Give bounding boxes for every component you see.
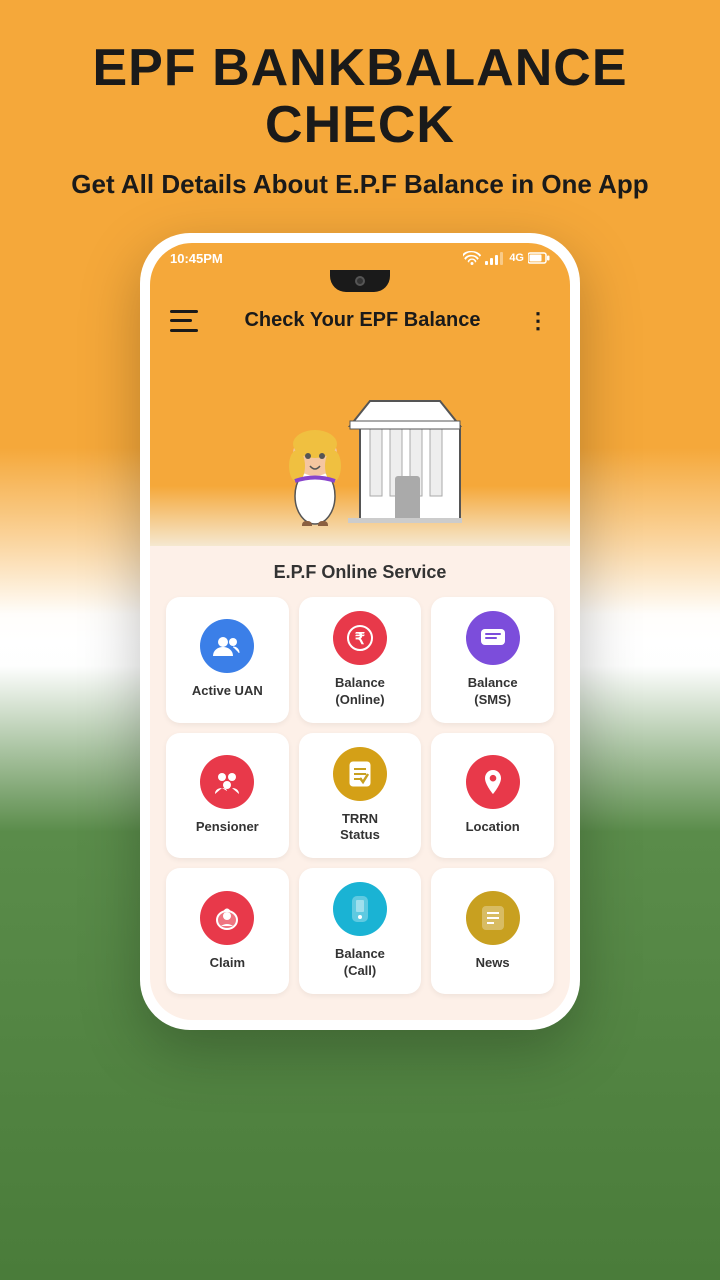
services-grid: Active UAN ₹ Balance(Online) bbox=[166, 597, 554, 994]
service-location[interactable]: Location bbox=[431, 733, 554, 859]
active-uan-label: Active UAN bbox=[192, 683, 263, 700]
service-balance-online[interactable]: ₹ Balance(Online) bbox=[299, 597, 422, 723]
svg-text:₹: ₹ bbox=[355, 631, 365, 648]
active-uan-icon bbox=[200, 619, 254, 673]
app-bar: Check Your EPF Balance ⋮ bbox=[150, 296, 570, 346]
status-bar: 10:45PM 4G bbox=[150, 243, 570, 270]
pensioner-icon bbox=[200, 755, 254, 809]
app-bar-title: Check Your EPF Balance bbox=[244, 309, 480, 332]
phone-bottom bbox=[150, 1004, 570, 1020]
more-options-button[interactable]: ⋮ bbox=[527, 308, 550, 334]
news-icon bbox=[466, 891, 520, 945]
balance-online-icon: ₹ bbox=[333, 611, 387, 665]
location-label: Location bbox=[466, 819, 520, 836]
services-section: E.P.F Online Service Active UAN bbox=[150, 546, 570, 1004]
app-title: EPF BANKBALANCE CHECK bbox=[0, 40, 720, 154]
signal-icon bbox=[485, 251, 505, 265]
hero-section bbox=[150, 346, 570, 546]
service-active-uan[interactable]: Active UAN bbox=[166, 597, 289, 723]
menu-button[interactable] bbox=[170, 310, 198, 332]
balance-sms-label: Balance(SMS) bbox=[468, 675, 518, 709]
claim-icon bbox=[200, 891, 254, 945]
balance-online-label: Balance(Online) bbox=[335, 675, 385, 709]
balance-sms-icon bbox=[466, 611, 520, 665]
location-icon bbox=[466, 755, 520, 809]
service-news[interactable]: News bbox=[431, 868, 554, 994]
app-subtitle: Get All Details About E.P.F Balance in O… bbox=[71, 166, 648, 202]
trrn-status-label: TRRNStatus bbox=[340, 811, 380, 845]
trrn-status-icon bbox=[333, 747, 387, 801]
hero-illustration bbox=[240, 366, 480, 526]
service-balance-call[interactable]: Balance(Call) bbox=[299, 868, 422, 994]
pensioner-label: Pensioner bbox=[196, 819, 259, 836]
notch-area bbox=[150, 270, 570, 296]
network-label: 4G bbox=[509, 252, 524, 264]
service-trrn-status[interactable]: TRRNStatus bbox=[299, 733, 422, 859]
service-claim[interactable]: Claim bbox=[166, 868, 289, 994]
service-pensioner[interactable]: Pensioner bbox=[166, 733, 289, 859]
claim-label: Claim bbox=[210, 955, 245, 972]
phone-mockup: 10:45PM 4G bbox=[140, 233, 580, 1030]
camera-dot bbox=[355, 276, 365, 286]
status-time: 10:45PM bbox=[170, 251, 223, 266]
service-balance-sms[interactable]: Balance(SMS) bbox=[431, 597, 554, 723]
services-title: E.P.F Online Service bbox=[166, 562, 554, 583]
balance-call-icon bbox=[333, 882, 387, 936]
wifi-icon bbox=[463, 251, 481, 265]
battery-icon bbox=[528, 252, 550, 264]
news-label: News bbox=[476, 955, 510, 972]
balance-call-label: Balance(Call) bbox=[335, 946, 385, 980]
